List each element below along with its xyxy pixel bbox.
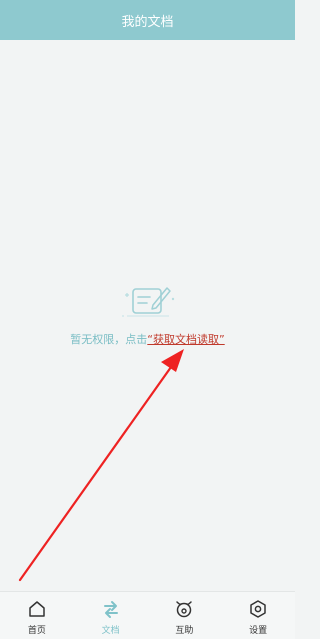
document-edit-icon	[122, 287, 175, 317]
home-icon	[29, 601, 45, 617]
tab-documents[interactable]: 文档	[74, 592, 148, 639]
no-permission-text: 暂无权限，点击	[70, 333, 148, 346]
tab-home[interactable]: 首页	[0, 592, 74, 639]
tab-label: 文档	[101, 626, 120, 636]
page-title: 我的文档	[121, 14, 174, 30]
get-document-access-link[interactable]: “获取文档读取”	[147, 333, 224, 346]
header-bar: 我的文档	[0, 0, 295, 40]
tab-label: 首页	[27, 626, 46, 636]
bottom-tab-bar: 首页 文档 互助 设置	[0, 591, 295, 639]
empty-state-message: 暂无权限，点击“获取文档读取”	[0, 331, 295, 347]
swap-arrows-icon	[103, 601, 118, 618]
mutual-aid-icon	[176, 601, 193, 618]
tab-mutual-aid[interactable]: 互助	[148, 592, 222, 639]
tab-label: 设置	[249, 626, 268, 636]
tab-settings[interactable]: 设置	[221, 592, 295, 639]
settings-hexagon-icon	[250, 600, 266, 618]
tab-label: 互助	[175, 626, 194, 636]
